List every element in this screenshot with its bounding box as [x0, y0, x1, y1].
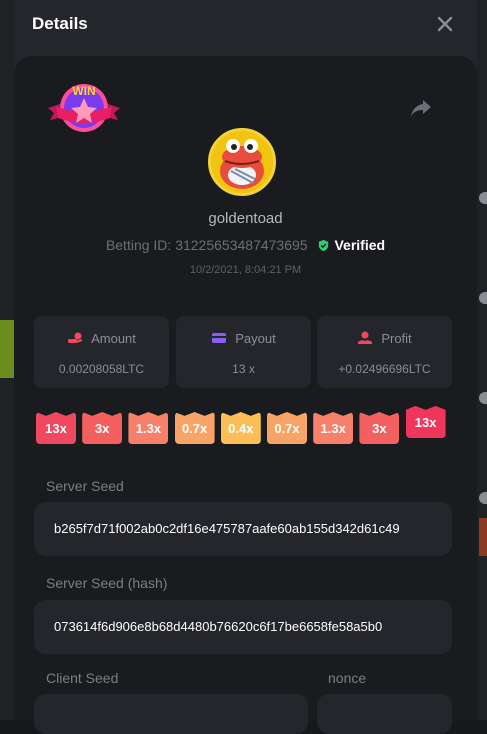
server-seed-hash-label: Server Seed (hash) [46, 575, 168, 591]
background-scroll-dot [479, 392, 487, 404]
bet-details-card: WIN goldentoad Betting ID: 3122565348747… [14, 56, 477, 734]
bet-datetime: 10/2/2021, 8:04:21 PM [189, 264, 302, 276]
details-modal: Details WIN goldentoad Betting ID: 31225… [14, 0, 477, 734]
background-green-block [0, 320, 14, 378]
client-seed-label: Client Seed [46, 670, 119, 686]
multiplier-tile: 1.3x [128, 412, 169, 444]
profit-value: +0.02496696LTC [338, 362, 431, 376]
client-seed-field[interactable] [34, 694, 308, 734]
multiplier-tile: 0.7x [174, 412, 215, 444]
card-icon [212, 333, 227, 343]
verified-label: Verified [334, 237, 386, 253]
close-button[interactable] [433, 12, 457, 36]
server-seed-field[interactable]: b265f7d71f002ab0c2df16e475787aafe60ab155… [34, 502, 452, 556]
verified-shield-icon [319, 239, 329, 252]
coins-hand-icon [68, 332, 83, 343]
username: goldentoad [208, 210, 283, 227]
background-orange-block [479, 518, 487, 556]
payout-value: 13 x [232, 362, 255, 376]
modal-title: Details [32, 14, 88, 33]
profit-label-row: Profit [317, 331, 452, 346]
background-scroll-dot [479, 192, 487, 204]
betting-id-line: Betting ID: 31225653487473695 Verified [14, 237, 477, 253]
payout-label-row: Payout [176, 331, 311, 346]
multiplier-tile: 0.4x [220, 412, 261, 444]
share-button[interactable] [409, 96, 433, 120]
toad-avatar-icon [211, 131, 273, 193]
multiplier-tile: 3x [82, 412, 123, 444]
amount-stat: Amount 0.00208058LTC [34, 316, 169, 388]
win-badge-icon: WIN [48, 84, 120, 132]
server-seed-label: Server Seed [46, 478, 124, 494]
multiplier-tile: 3x [359, 412, 400, 444]
svg-text:WIN: WIN [72, 84, 95, 98]
betting-id-value[interactable]: 31225653487473695 [175, 237, 307, 253]
multiplier-tile: 13x [405, 406, 446, 438]
multiplier-tile: 0.7x [267, 412, 307, 444]
background-page-right [477, 0, 487, 720]
background-scroll-dot [479, 292, 487, 304]
close-icon [437, 16, 453, 32]
amount-label-row: Amount [34, 331, 169, 346]
nonce-label: nonce [328, 670, 367, 686]
nonce-field[interactable] [317, 694, 452, 734]
background-scroll-dot [479, 492, 487, 504]
profit-stat: Profit +0.02496696LTC [317, 316, 452, 388]
betting-id-label: Betting ID: [105, 237, 172, 253]
avatar [208, 128, 276, 196]
multiplier-tile: 1.3x [313, 412, 354, 444]
hand-coin-icon [358, 331, 373, 344]
amount-value: 0.00208058LTC [58, 362, 145, 376]
multiplier-tile: 13x [36, 412, 76, 444]
payout-stat: Payout 13 x [176, 316, 311, 388]
server-seed-hash-field[interactable]: 073614f6d906e8b68d4480b76620c6f17be6658f… [34, 600, 452, 654]
share-arrow-icon [411, 100, 431, 117]
